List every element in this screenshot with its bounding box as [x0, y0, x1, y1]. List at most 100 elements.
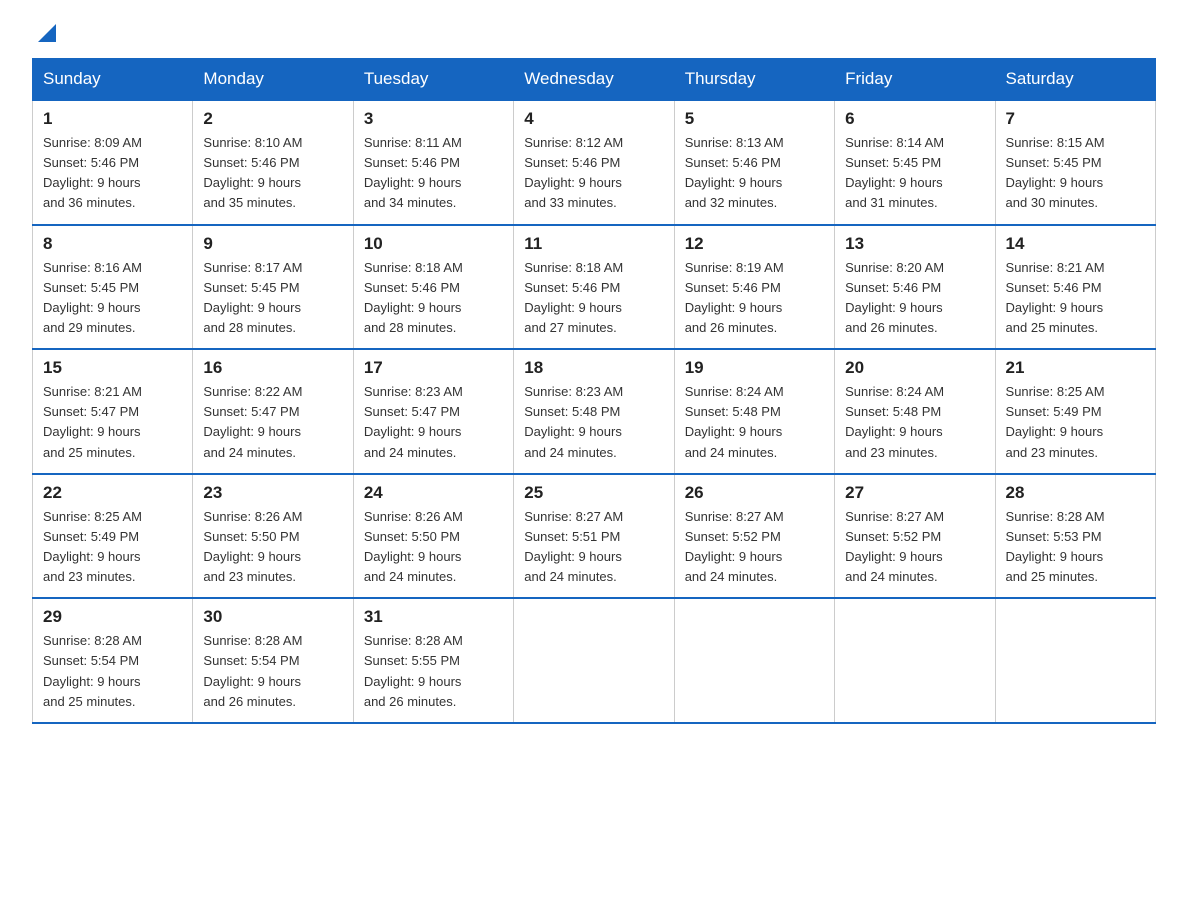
calendar-cell: 21 Sunrise: 8:25 AM Sunset: 5:49 PM Dayl…: [995, 349, 1155, 474]
day-number: 1: [43, 109, 182, 129]
day-info: Sunrise: 8:13 AM Sunset: 5:46 PM Dayligh…: [685, 133, 824, 214]
calendar-week-row: 15 Sunrise: 8:21 AM Sunset: 5:47 PM Dayl…: [33, 349, 1156, 474]
calendar-cell: 1 Sunrise: 8:09 AM Sunset: 5:46 PM Dayli…: [33, 100, 193, 225]
calendar-header-sunday: Sunday: [33, 59, 193, 101]
calendar-cell: 22 Sunrise: 8:25 AM Sunset: 5:49 PM Dayl…: [33, 474, 193, 599]
logo: [32, 24, 56, 40]
calendar-cell: [514, 598, 674, 723]
calendar-cell: 29 Sunrise: 8:28 AM Sunset: 5:54 PM Dayl…: [33, 598, 193, 723]
calendar-week-row: 29 Sunrise: 8:28 AM Sunset: 5:54 PM Dayl…: [33, 598, 1156, 723]
calendar-cell: [674, 598, 834, 723]
day-info: Sunrise: 8:12 AM Sunset: 5:46 PM Dayligh…: [524, 133, 663, 214]
day-number: 5: [685, 109, 824, 129]
day-info: Sunrise: 8:25 AM Sunset: 5:49 PM Dayligh…: [1006, 382, 1145, 463]
day-info: Sunrise: 8:25 AM Sunset: 5:49 PM Dayligh…: [43, 507, 182, 588]
day-number: 17: [364, 358, 503, 378]
day-info: Sunrise: 8:18 AM Sunset: 5:46 PM Dayligh…: [524, 258, 663, 339]
day-info: Sunrise: 8:24 AM Sunset: 5:48 PM Dayligh…: [685, 382, 824, 463]
day-number: 20: [845, 358, 984, 378]
calendar-header-saturday: Saturday: [995, 59, 1155, 101]
day-info: Sunrise: 8:16 AM Sunset: 5:45 PM Dayligh…: [43, 258, 182, 339]
day-info: Sunrise: 8:14 AM Sunset: 5:45 PM Dayligh…: [845, 133, 984, 214]
day-number: 2: [203, 109, 342, 129]
day-number: 10: [364, 234, 503, 254]
day-number: 13: [845, 234, 984, 254]
day-number: 26: [685, 483, 824, 503]
day-info: Sunrise: 8:11 AM Sunset: 5:46 PM Dayligh…: [364, 133, 503, 214]
day-number: 27: [845, 483, 984, 503]
calendar-header-monday: Monday: [193, 59, 353, 101]
calendar-cell: 3 Sunrise: 8:11 AM Sunset: 5:46 PM Dayli…: [353, 100, 513, 225]
calendar-header-friday: Friday: [835, 59, 995, 101]
day-info: Sunrise: 8:28 AM Sunset: 5:55 PM Dayligh…: [364, 631, 503, 712]
day-number: 14: [1006, 234, 1145, 254]
day-info: Sunrise: 8:10 AM Sunset: 5:46 PM Dayligh…: [203, 133, 342, 214]
calendar-cell: [995, 598, 1155, 723]
day-info: Sunrise: 8:27 AM Sunset: 5:52 PM Dayligh…: [845, 507, 984, 588]
calendar-cell: 13 Sunrise: 8:20 AM Sunset: 5:46 PM Dayl…: [835, 225, 995, 350]
day-info: Sunrise: 8:18 AM Sunset: 5:46 PM Dayligh…: [364, 258, 503, 339]
calendar-cell: 16 Sunrise: 8:22 AM Sunset: 5:47 PM Dayl…: [193, 349, 353, 474]
day-number: 11: [524, 234, 663, 254]
calendar-header-thursday: Thursday: [674, 59, 834, 101]
day-info: Sunrise: 8:28 AM Sunset: 5:54 PM Dayligh…: [203, 631, 342, 712]
day-number: 21: [1006, 358, 1145, 378]
calendar-cell: 23 Sunrise: 8:26 AM Sunset: 5:50 PM Dayl…: [193, 474, 353, 599]
calendar-cell: 12 Sunrise: 8:19 AM Sunset: 5:46 PM Dayl…: [674, 225, 834, 350]
day-info: Sunrise: 8:23 AM Sunset: 5:48 PM Dayligh…: [524, 382, 663, 463]
day-info: Sunrise: 8:21 AM Sunset: 5:46 PM Dayligh…: [1006, 258, 1145, 339]
calendar-cell: 7 Sunrise: 8:15 AM Sunset: 5:45 PM Dayli…: [995, 100, 1155, 225]
day-number: 4: [524, 109, 663, 129]
calendar-cell: 28 Sunrise: 8:28 AM Sunset: 5:53 PM Dayl…: [995, 474, 1155, 599]
calendar-cell: 10 Sunrise: 8:18 AM Sunset: 5:46 PM Dayl…: [353, 225, 513, 350]
calendar-week-row: 8 Sunrise: 8:16 AM Sunset: 5:45 PM Dayli…: [33, 225, 1156, 350]
day-info: Sunrise: 8:19 AM Sunset: 5:46 PM Dayligh…: [685, 258, 824, 339]
calendar-cell: [835, 598, 995, 723]
day-number: 24: [364, 483, 503, 503]
day-info: Sunrise: 8:21 AM Sunset: 5:47 PM Dayligh…: [43, 382, 182, 463]
day-info: Sunrise: 8:27 AM Sunset: 5:51 PM Dayligh…: [524, 507, 663, 588]
day-info: Sunrise: 8:22 AM Sunset: 5:47 PM Dayligh…: [203, 382, 342, 463]
day-number: 31: [364, 607, 503, 627]
day-info: Sunrise: 8:28 AM Sunset: 5:54 PM Dayligh…: [43, 631, 182, 712]
day-info: Sunrise: 8:26 AM Sunset: 5:50 PM Dayligh…: [364, 507, 503, 588]
calendar-cell: 27 Sunrise: 8:27 AM Sunset: 5:52 PM Dayl…: [835, 474, 995, 599]
day-number: 22: [43, 483, 182, 503]
day-number: 30: [203, 607, 342, 627]
day-number: 16: [203, 358, 342, 378]
calendar-cell: 15 Sunrise: 8:21 AM Sunset: 5:47 PM Dayl…: [33, 349, 193, 474]
day-number: 18: [524, 358, 663, 378]
calendar-cell: 31 Sunrise: 8:28 AM Sunset: 5:55 PM Dayl…: [353, 598, 513, 723]
day-number: 3: [364, 109, 503, 129]
calendar-cell: 5 Sunrise: 8:13 AM Sunset: 5:46 PM Dayli…: [674, 100, 834, 225]
day-number: 15: [43, 358, 182, 378]
calendar-header-row: SundayMondayTuesdayWednesdayThursdayFrid…: [33, 59, 1156, 101]
calendar-cell: 19 Sunrise: 8:24 AM Sunset: 5:48 PM Dayl…: [674, 349, 834, 474]
day-number: 28: [1006, 483, 1145, 503]
day-info: Sunrise: 8:26 AM Sunset: 5:50 PM Dayligh…: [203, 507, 342, 588]
day-info: Sunrise: 8:20 AM Sunset: 5:46 PM Dayligh…: [845, 258, 984, 339]
calendar-cell: 18 Sunrise: 8:23 AM Sunset: 5:48 PM Dayl…: [514, 349, 674, 474]
day-info: Sunrise: 8:24 AM Sunset: 5:48 PM Dayligh…: [845, 382, 984, 463]
day-number: 8: [43, 234, 182, 254]
calendar-cell: 14 Sunrise: 8:21 AM Sunset: 5:46 PM Dayl…: [995, 225, 1155, 350]
day-info: Sunrise: 8:27 AM Sunset: 5:52 PM Dayligh…: [685, 507, 824, 588]
calendar-cell: 9 Sunrise: 8:17 AM Sunset: 5:45 PM Dayli…: [193, 225, 353, 350]
day-number: 7: [1006, 109, 1145, 129]
day-number: 23: [203, 483, 342, 503]
calendar-cell: 26 Sunrise: 8:27 AM Sunset: 5:52 PM Dayl…: [674, 474, 834, 599]
day-number: 29: [43, 607, 182, 627]
calendar-header-tuesday: Tuesday: [353, 59, 513, 101]
day-number: 25: [524, 483, 663, 503]
calendar-cell: 4 Sunrise: 8:12 AM Sunset: 5:46 PM Dayli…: [514, 100, 674, 225]
day-number: 9: [203, 234, 342, 254]
calendar-cell: 8 Sunrise: 8:16 AM Sunset: 5:45 PM Dayli…: [33, 225, 193, 350]
calendar-cell: 2 Sunrise: 8:10 AM Sunset: 5:46 PM Dayli…: [193, 100, 353, 225]
day-number: 12: [685, 234, 824, 254]
day-info: Sunrise: 8:28 AM Sunset: 5:53 PM Dayligh…: [1006, 507, 1145, 588]
calendar-cell: 30 Sunrise: 8:28 AM Sunset: 5:54 PM Dayl…: [193, 598, 353, 723]
calendar-cell: 20 Sunrise: 8:24 AM Sunset: 5:48 PM Dayl…: [835, 349, 995, 474]
day-info: Sunrise: 8:15 AM Sunset: 5:45 PM Dayligh…: [1006, 133, 1145, 214]
calendar-cell: 24 Sunrise: 8:26 AM Sunset: 5:50 PM Dayl…: [353, 474, 513, 599]
logo-triangle-icon: [38, 24, 56, 42]
